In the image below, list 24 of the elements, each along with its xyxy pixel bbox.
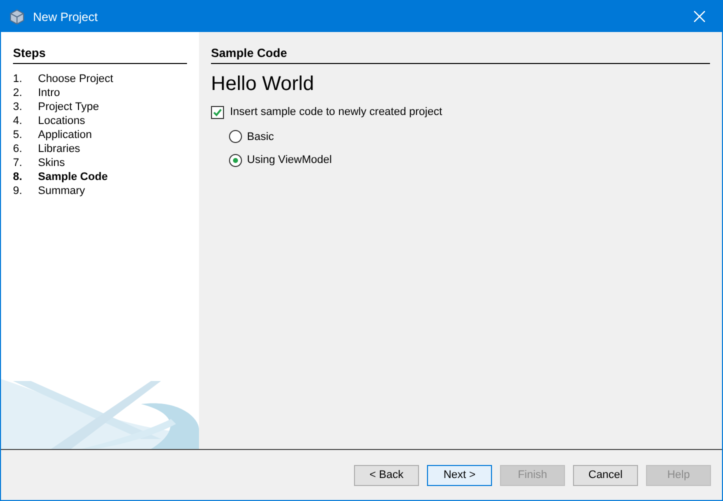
dialog-button[interactable]: Cancel <box>573 464 638 486</box>
heading: Hello World <box>211 72 315 96</box>
step-item: 5. Application <box>13 128 93 142</box>
checkbox-label: Insert sample code to newly created project <box>230 105 442 120</box>
step-item: 3. Project Type <box>13 100 100 114</box>
dialog-button[interactable]: < Back <box>354 464 419 486</box>
step-item: 9. Summary <box>13 184 86 198</box>
step-item: 6. Libraries <box>13 142 82 156</box>
cube-icon <box>9 8 25 24</box>
radio-button[interactable] <box>229 130 242 144</box>
step-item: 4. Locations <box>13 114 86 128</box>
radio-label: Using ViewModel <box>247 153 332 168</box>
step-item: 2. Intro <box>13 86 62 100</box>
radio-label: Basic <box>247 130 274 144</box>
radio-button[interactable] <box>229 154 242 167</box>
section-title: Sample Code <box>211 44 710 64</box>
checkbox[interactable] <box>211 106 224 119</box>
dialog-button[interactable]: Next > <box>427 464 492 486</box>
step-item: 7. Skins <box>13 156 66 170</box>
step-item: 8. Sample Code <box>13 170 109 184</box>
step-item: 1. Choose Project <box>13 72 114 86</box>
window-title: New Project <box>33 8 98 26</box>
close-icon <box>694 11 704 22</box>
steps-title: Steps <box>13 44 187 64</box>
